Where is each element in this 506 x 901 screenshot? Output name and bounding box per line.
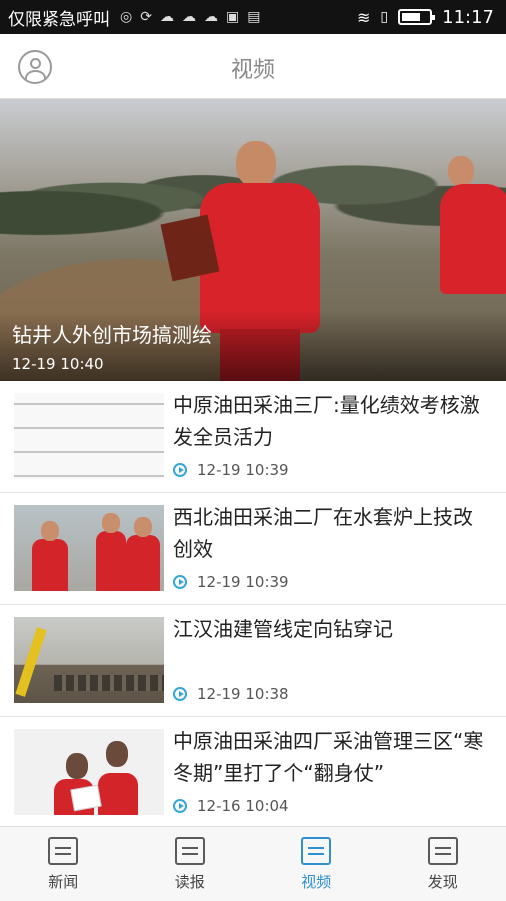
video-icon — [301, 837, 331, 865]
status-bar: 仅限紧急呼叫 ◎ ⟳ ☁ ☁ ☁ ▣ ▤ ≋ ▯ 11:17 — [0, 0, 506, 34]
bottom-nav: 新闻 读报 视频 发现 — [0, 826, 506, 901]
lock-icon: ▣ — [226, 9, 239, 25]
app-header: 视频 — [0, 34, 506, 99]
news-icon — [48, 837, 78, 865]
video-thumbnail — [14, 505, 164, 591]
sync-icon: ⟳ — [140, 9, 152, 25]
nav-label: 发现 — [428, 871, 458, 892]
cloud-icon: ☁ — [182, 9, 196, 25]
item-time: 12-16 10:04 — [197, 797, 289, 815]
notification-icons: ◎ ⟳ ☁ ☁ ☁ ▣ ▤ — [120, 9, 260, 25]
item-title: 中原油田采油三厂:量化绩效考核激发全员活力 — [173, 389, 492, 453]
nav-newspaper[interactable]: 读报 — [127, 827, 254, 901]
video-thumbnail — [14, 393, 164, 479]
item-time: 12-19 10:39 — [197, 573, 289, 591]
battery-icon — [398, 9, 432, 25]
clock: 11:17 — [442, 7, 494, 28]
video-thumbnail — [14, 617, 164, 703]
list-item[interactable]: 中原油田采油四厂采油管理三区“寒冬期”里打了个“翻身仗” 12-16 10:04 — [0, 717, 506, 829]
hero-caption: 钻井人外创市场搞测绘 — [12, 319, 212, 348]
sim-icon: ▤ — [247, 9, 260, 25]
nav-label: 新闻 — [48, 871, 78, 892]
play-icon — [173, 575, 187, 589]
play-icon — [173, 687, 187, 701]
item-title: 江汉油建管线定向钻穿记 — [173, 613, 492, 645]
app-icon: ◎ — [120, 9, 132, 25]
list-item[interactable]: 中原油田采油三厂:量化绩效考核激发全员活力 12-19 10:39 — [0, 381, 506, 493]
nav-news[interactable]: 新闻 — [0, 827, 127, 901]
carrier-label: 仅限紧急呼叫 — [8, 5, 110, 30]
cloud-icon: ☁ — [204, 9, 218, 25]
list-item[interactable]: 江汉油建管线定向钻穿记 12-19 10:38 — [0, 605, 506, 717]
discover-icon — [428, 837, 458, 865]
nav-label: 读报 — [175, 871, 205, 892]
video-list: 中原油田采油三厂:量化绩效考核激发全员活力 12-19 10:39 西北油田采油… — [0, 381, 506, 829]
nav-discover[interactable]: 发现 — [380, 827, 506, 901]
item-time: 12-19 10:38 — [197, 685, 289, 703]
play-icon — [173, 799, 187, 813]
nav-video[interactable]: 视频 — [253, 827, 380, 901]
nav-label: 视频 — [301, 871, 331, 892]
featured-video[interactable]: 钻井人外创市场搞测绘 12-19 10:40 — [0, 99, 506, 381]
wifi-icon: ≋ — [357, 8, 370, 27]
video-thumbnail — [14, 729, 164, 815]
play-icon — [173, 463, 187, 477]
list-item[interactable]: 西北油田采油二厂在水套炉上技改创效 12-19 10:39 — [0, 493, 506, 605]
page-title: 视频 — [0, 52, 506, 84]
item-time: 12-19 10:39 — [197, 461, 289, 479]
item-title: 中原油田采油四厂采油管理三区“寒冬期”里打了个“翻身仗” — [173, 725, 492, 789]
signal-icon: ▯ — [380, 9, 388, 25]
newspaper-icon — [175, 837, 205, 865]
item-title: 西北油田采油二厂在水套炉上技改创效 — [173, 501, 492, 565]
cloud-icon: ☁ — [160, 9, 174, 25]
hero-time: 12-19 10:40 — [12, 355, 104, 373]
